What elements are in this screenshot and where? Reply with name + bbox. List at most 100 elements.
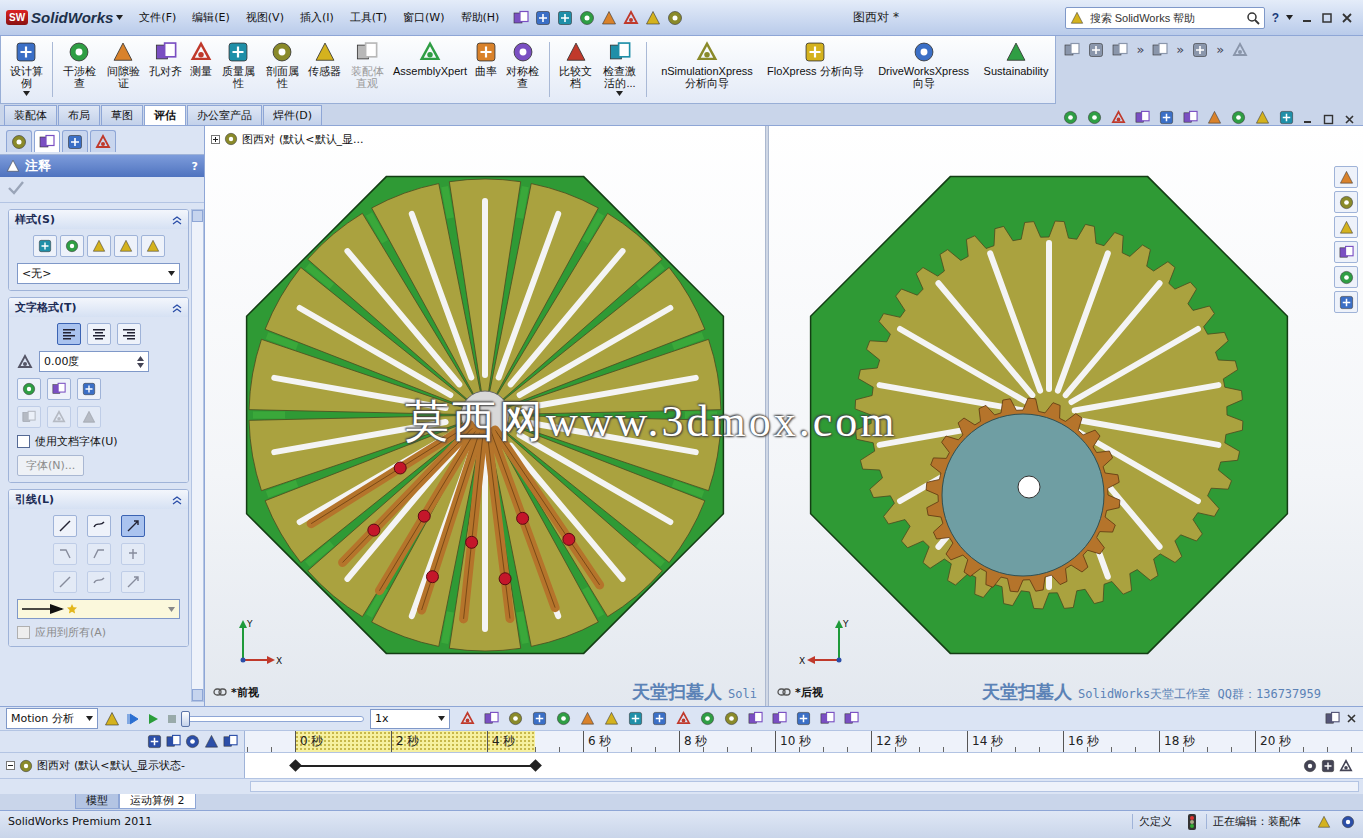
ribbon-tool-icon[interactable] (696, 41, 718, 63)
filter-icon[interactable] (166, 734, 181, 749)
motion-tool-icon[interactable] (844, 711, 859, 726)
panel-tab[interactable] (62, 130, 88, 152)
view-tool-icon[interactable] (1135, 110, 1150, 125)
ribbon-button[interactable]: DriveWorksXpress 向导 (869, 40, 979, 90)
style-icon[interactable] (92, 239, 106, 253)
task-pane-icon[interactable] (1339, 245, 1354, 260)
help-button[interactable]: ? (1269, 11, 1282, 25)
ribbon-button[interactable]: 干涉检查 (58, 40, 100, 90)
ribbon-tool-icon[interactable] (419, 41, 441, 63)
ribbon-button[interactable]: 传感器 (305, 40, 344, 78)
motion-tool-icon[interactable] (580, 711, 595, 726)
command-tab[interactable]: 焊件(D) (263, 105, 322, 125)
calculate-icon[interactable] (104, 711, 120, 727)
play-from-start-icon[interactable] (126, 712, 140, 726)
ribbon-button[interactable]: 检查激活的... (599, 40, 641, 97)
style-button[interactable] (33, 235, 57, 257)
search-input[interactable] (1088, 11, 1242, 25)
ribbon-tool-icon[interactable] (913, 41, 935, 63)
view-tool-icon[interactable] (1279, 110, 1294, 125)
playback-slider[interactable] (184, 716, 364, 722)
overflow-button[interactable]: » (1136, 42, 1144, 57)
style-button[interactable] (114, 235, 138, 257)
playback-slider-thumb[interactable] (181, 711, 190, 727)
text-tool-icon[interactable] (22, 382, 36, 396)
view-tool-icon[interactable] (1255, 110, 1270, 125)
speed-arrow-icon[interactable] (438, 716, 445, 721)
motion-tool-icon[interactable] (604, 711, 619, 726)
command-tab[interactable]: 草图 (101, 105, 143, 125)
menu-item[interactable]: 窗口(W) (397, 8, 450, 27)
standard-tool-icon[interactable] (623, 10, 639, 26)
command-tab[interactable]: 评估 (144, 105, 186, 125)
menu-item[interactable]: 工具(T) (344, 8, 393, 27)
playback-speed-select[interactable]: 1x (370, 709, 450, 729)
logo[interactable]: SWSolidWorks (6, 9, 129, 26)
collapse-chevron-icon[interactable] (172, 303, 182, 313)
ribbon-button[interactable]: 孔对齐 (146, 40, 185, 78)
ribbon-tool-icon[interactable] (475, 41, 497, 63)
task-pane-icon[interactable] (1339, 195, 1354, 210)
text-tool-icon[interactable] (52, 382, 66, 396)
motion-tool-icon[interactable] (556, 711, 571, 726)
standard-tool-icon[interactable] (579, 10, 595, 26)
study-tab[interactable]: 运动算例 2 (119, 794, 196, 809)
assembly-icon[interactable] (19, 759, 33, 773)
back-mechanism-drawing[interactable] (809, 175, 1289, 655)
task-pane-button[interactable] (1334, 191, 1358, 213)
task-pane-button[interactable] (1334, 166, 1358, 188)
view-tool-icon[interactable] (1183, 110, 1198, 125)
timeline-ruler[interactable]: 0 秒2 秒4 秒6 秒8 秒10 秒12 秒14 秒16 秒18 秒20 秒 (245, 731, 1363, 752)
task-pane-button[interactable] (1334, 266, 1358, 288)
motion-layout-icon[interactable] (1325, 711, 1340, 726)
viewport-close-icon[interactable] (1344, 114, 1355, 125)
style-button[interactable] (87, 235, 111, 257)
standard-tool-icon[interactable] (601, 10, 617, 26)
motion-tool-icon[interactable] (724, 711, 739, 726)
ribbon-tool-icon[interactable] (804, 41, 826, 63)
tree-expander-icon[interactable] (6, 761, 15, 770)
align-button[interactable] (87, 323, 111, 345)
docked-tool-icon[interactable] (1192, 42, 1208, 58)
panel-tab[interactable] (90, 130, 116, 152)
style-select-arrow-icon[interactable] (168, 271, 175, 276)
task-pane-icon[interactable] (1339, 295, 1354, 310)
style-icon[interactable] (119, 239, 133, 253)
leader-button[interactable] (121, 515, 145, 537)
help-dropdown-icon[interactable] (1286, 15, 1293, 20)
view-tool-icon[interactable] (1087, 110, 1102, 125)
status-help-icon[interactable] (1341, 815, 1355, 829)
collapse-chevron-icon[interactable] (172, 495, 182, 505)
collapse-chevron-icon[interactable] (172, 215, 182, 225)
command-tab[interactable]: 布局 (58, 105, 100, 125)
leader-button[interactable] (53, 515, 77, 537)
angle-icon[interactable] (17, 354, 33, 370)
angle-field[interactable]: 0.00度 (39, 351, 149, 372)
motion-tool-icon[interactable] (748, 711, 763, 726)
ribbon-button[interactable]: 比较文档 (555, 40, 597, 90)
ribbon-button[interactable]: 设计算例 (5, 40, 47, 97)
filter-icon[interactable] (204, 734, 219, 749)
ribbon-tool-icon[interactable] (15, 41, 37, 63)
task-pane-button[interactable] (1334, 241, 1358, 263)
panel-tab-icon[interactable] (67, 134, 83, 150)
ribbon-dropdown-icon[interactable] (616, 91, 623, 96)
key-track[interactable] (245, 753, 1363, 778)
menu-item[interactable]: 文件(F) (133, 8, 182, 27)
ok-check-icon[interactable] (8, 181, 24, 195)
ribbon-button[interactable]: 测量 (187, 40, 215, 78)
key-point[interactable] (529, 759, 542, 772)
assembly-icon[interactable] (224, 132, 238, 146)
timeline-scrollbar[interactable] (0, 779, 1363, 793)
ribbon-tool-icon[interactable] (155, 41, 177, 63)
ribbon-tool-icon[interactable] (512, 41, 534, 63)
checkbox[interactable] (17, 435, 30, 448)
task-pane-icon[interactable] (1339, 170, 1354, 185)
spinner-icon[interactable] (137, 356, 144, 368)
view-tool-icon[interactable] (1207, 110, 1222, 125)
tree-root-name[interactable]: 图西对 (242, 132, 275, 147)
overflow-button[interactable]: » (1176, 42, 1184, 57)
motion-tool-icon[interactable] (508, 711, 523, 726)
align-button[interactable] (57, 323, 81, 345)
text-tool-button[interactable] (77, 378, 101, 400)
